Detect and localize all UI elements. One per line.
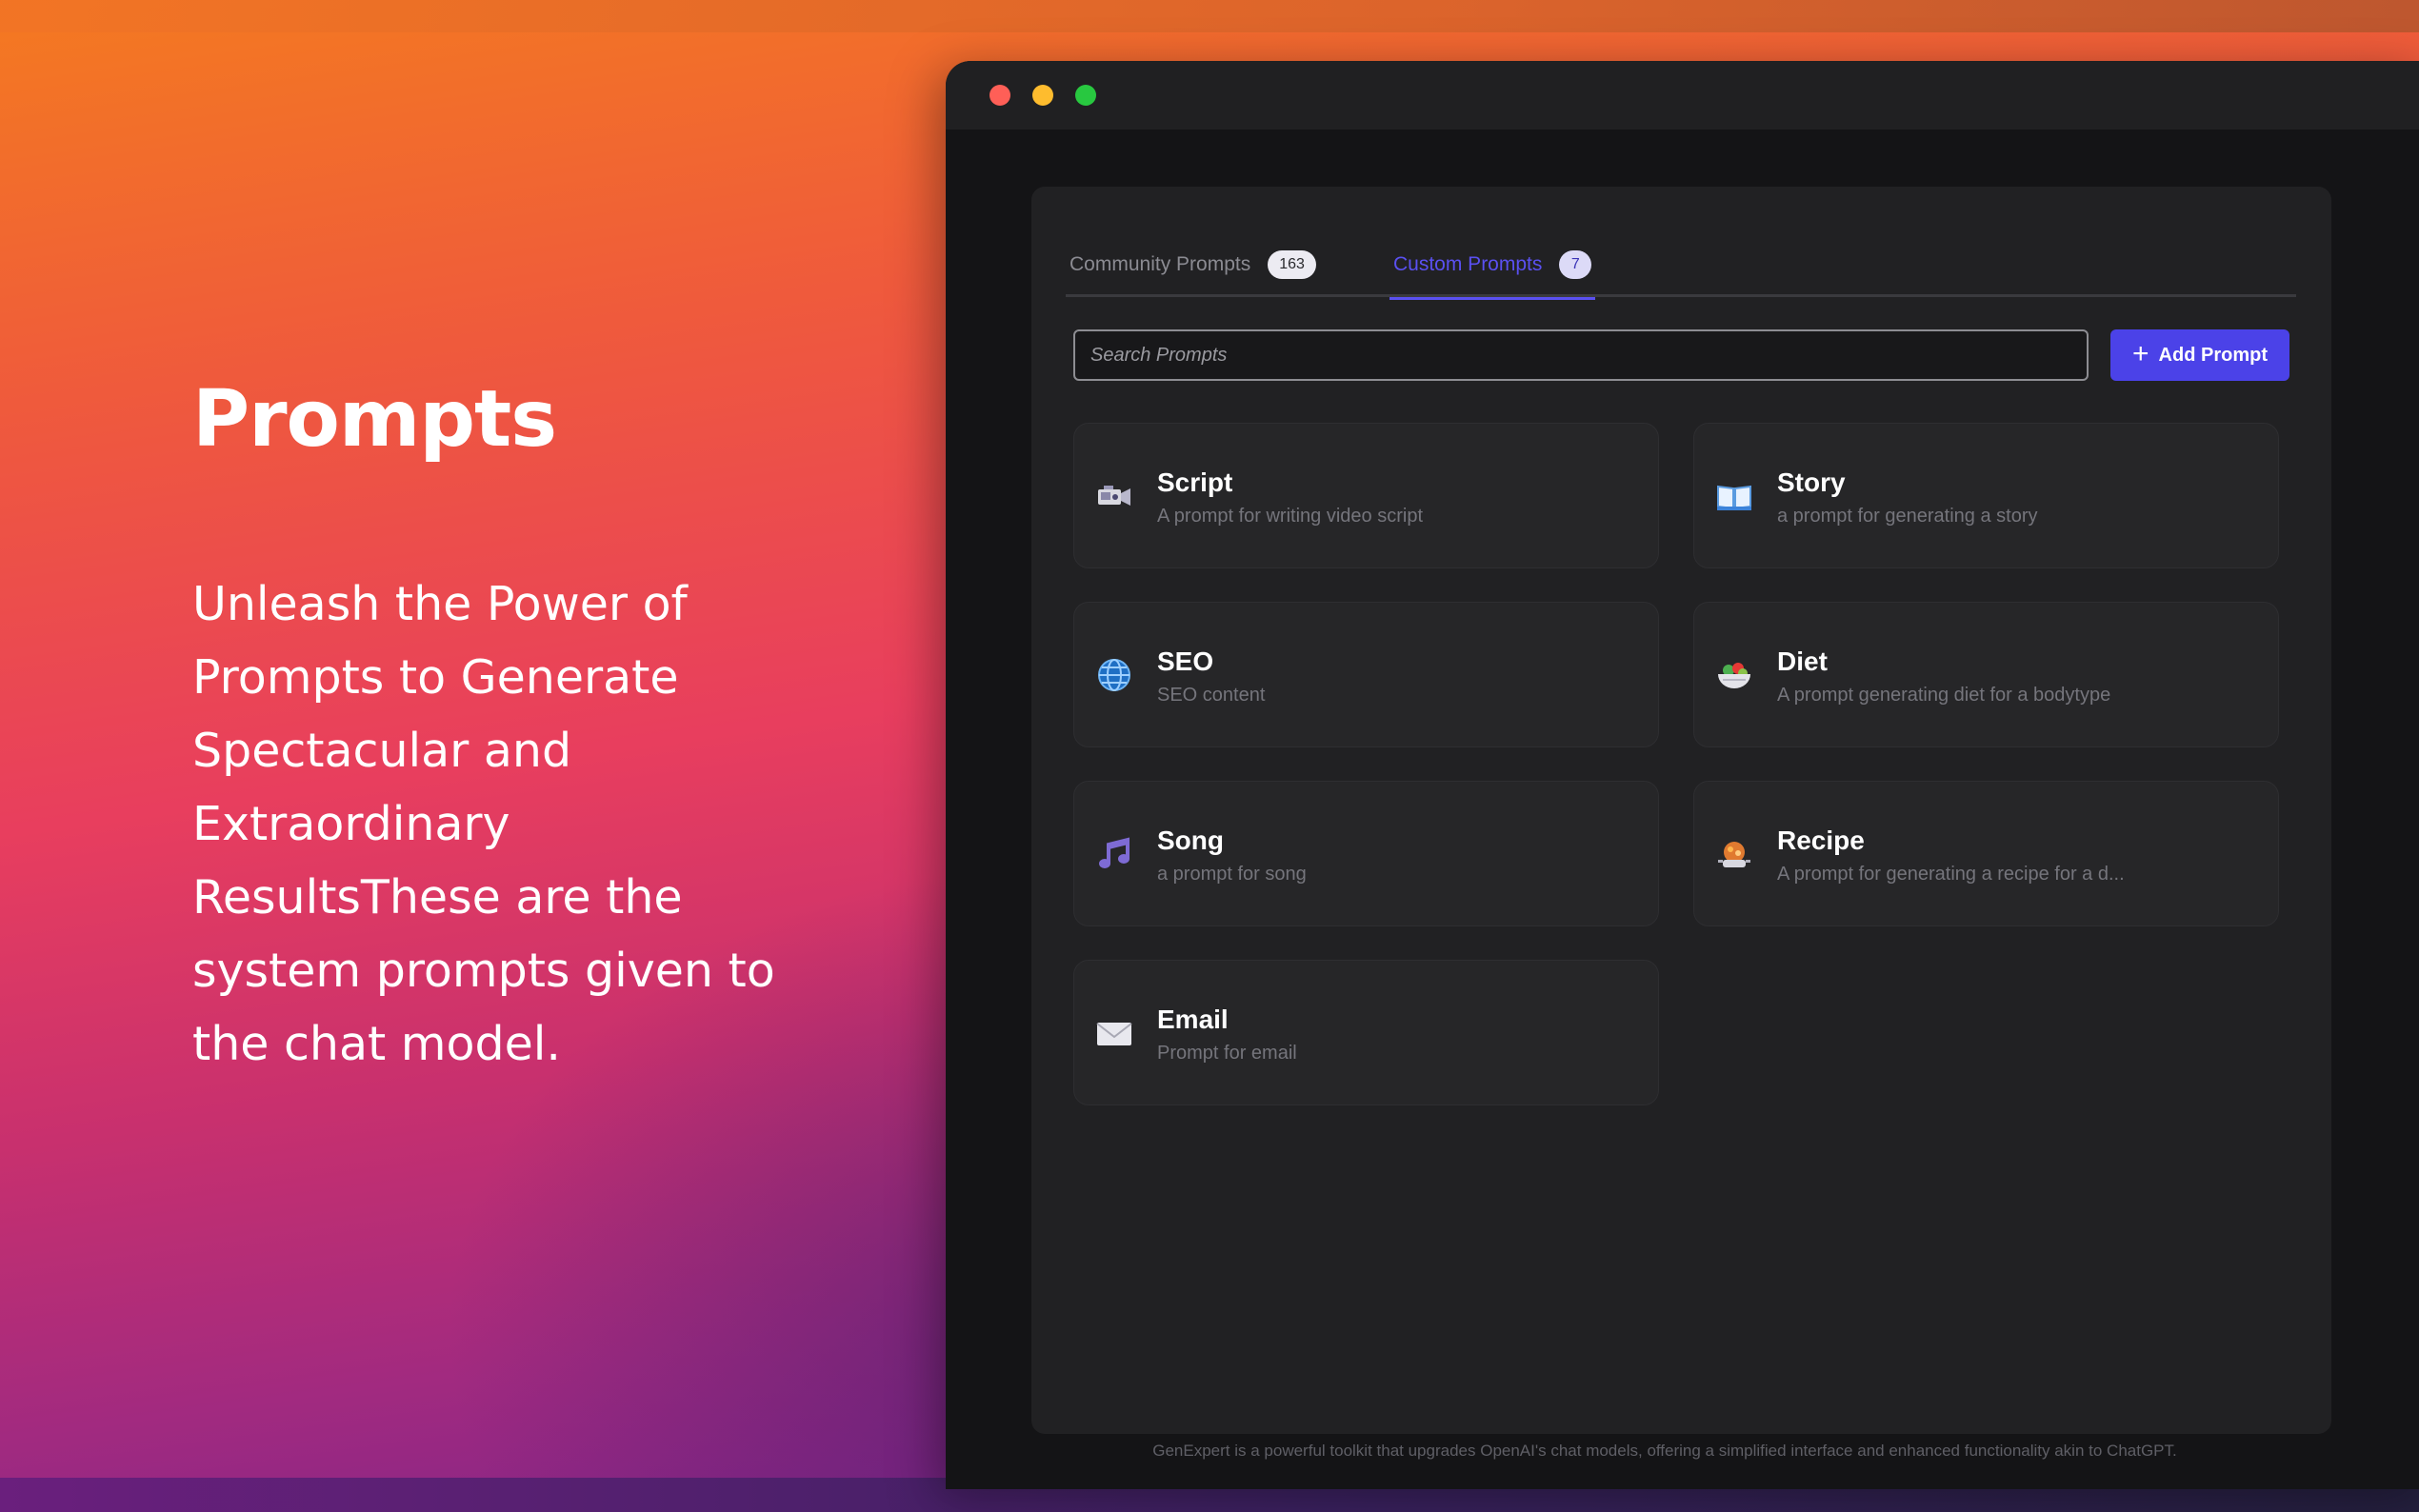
globe-icon (1095, 656, 1133, 694)
prompt-title: Email (1157, 1005, 1229, 1034)
prompt-card-seo[interactable]: SEO SEO content (1073, 602, 1659, 747)
count-badge: 163 (1268, 250, 1316, 279)
hero-title: Prompts (192, 374, 557, 465)
prompt-card-recipe[interactable]: Recipe A prompt for generating a recipe … (1693, 781, 2279, 926)
app-window: Community Prompts 163 Custom Prompts 7 +… (946, 61, 2419, 1489)
close-window-button[interactable] (990, 85, 1010, 106)
maximize-window-button[interactable] (1075, 85, 1096, 106)
prompts-panel: Community Prompts 163 Custom Prompts 7 +… (1031, 187, 2331, 1434)
count-badge: 7 (1559, 250, 1592, 279)
prompt-card-song[interactable]: Song a prompt for song (1073, 781, 1659, 926)
prompt-title: Story (1777, 468, 1846, 497)
hero-description: Unleash the Power of Prompts to Generate… (192, 577, 775, 1071)
footer-text: GenExpert is a powerful toolkit that upg… (1152, 1442, 2177, 1460)
prompt-description: a prompt for generating a story (1777, 506, 2038, 527)
tab-custom-prompts[interactable]: Custom Prompts 7 (1389, 232, 1596, 300)
plus-icon: + (2132, 338, 2149, 369)
prompt-title: Recipe (1777, 826, 1865, 855)
video-camera-icon (1095, 477, 1133, 515)
prompt-description: SEO content (1157, 685, 1266, 706)
add-prompt-label: Add Prompt (2158, 344, 2268, 366)
cooking-pot-icon (1715, 835, 1753, 873)
prompt-title: Script (1157, 468, 1233, 497)
prompt-tabs: Community Prompts 163 Custom Prompts 7 (1066, 232, 2296, 300)
add-prompt-button[interactable]: + Add Prompt (2110, 329, 2289, 381)
top-strip (0, 0, 2419, 32)
prompt-description: Prompt for email (1157, 1043, 1297, 1064)
prompt-card-email[interactable]: Email Prompt for email (1073, 960, 1659, 1105)
prompt-card-story[interactable]: Story a prompt for generating a story (1693, 423, 2279, 568)
book-icon (1715, 477, 1753, 515)
prompt-title: Diet (1777, 647, 1828, 676)
prompt-title: SEO (1157, 647, 1214, 676)
tab-label: Custom Prompts (1393, 253, 1543, 275)
prompt-card-diet[interactable]: Diet A prompt generating diet for a body… (1693, 602, 2279, 747)
window-titlebar (946, 61, 2419, 129)
envelope-icon (1095, 1014, 1133, 1052)
tab-label: Community Prompts (1070, 253, 1251, 275)
music-note-icon (1095, 835, 1133, 873)
tab-community-prompts[interactable]: Community Prompts 163 (1070, 232, 1316, 297)
hero-section: Prompts Unleash the Power of Prompts to … (192, 381, 802, 1081)
prompt-description: A prompt for writing video script (1157, 506, 1423, 527)
prompt-title: Song (1157, 826, 1224, 855)
prompt-description: a prompt for song (1157, 864, 1307, 885)
minimize-window-button[interactable] (1032, 85, 1053, 106)
salad-bowl-icon (1715, 656, 1753, 694)
prompt-card-script[interactable]: Script A prompt for writing video script (1073, 423, 1659, 568)
prompt-description: A prompt generating diet for a bodytype (1777, 685, 2111, 706)
search-input[interactable] (1073, 329, 2089, 381)
prompt-description: A prompt for generating a recipe for a d… (1777, 864, 2125, 885)
